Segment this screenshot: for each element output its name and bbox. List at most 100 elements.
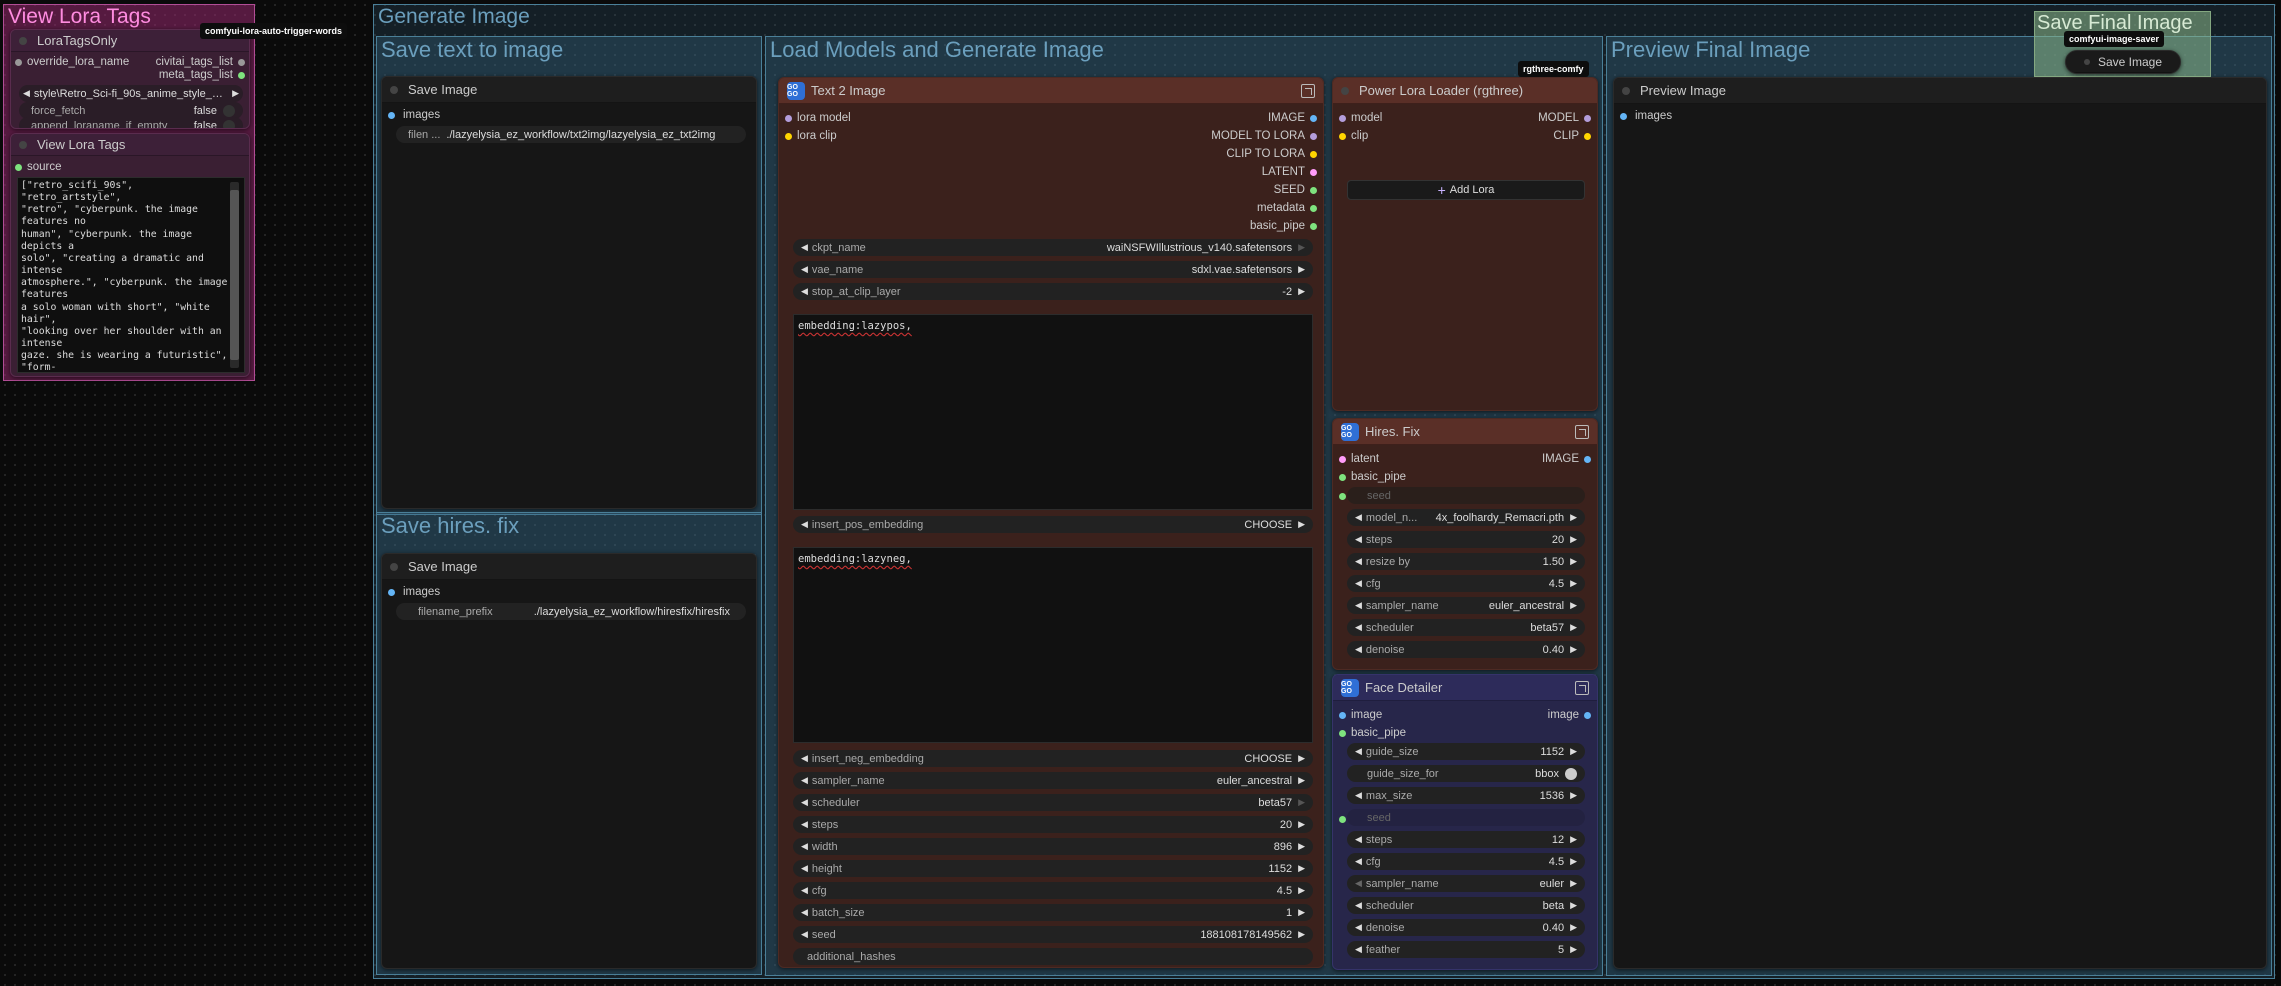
decrement-arrow-icon[interactable]: ◀ <box>801 797 808 808</box>
decrement-arrow-icon[interactable]: ◀ <box>1355 578 1362 589</box>
sampler-name-select[interactable]: ◀ sampler_name euler_ancestral ▶ <box>1347 597 1585 614</box>
width-number[interactable]: ◀ width 896 ▶ <box>793 838 1313 855</box>
collapse-dot[interactable] <box>19 140 27 149</box>
lora-tags-only-node[interactable]: LoraTagsOnly override_lora_name civitai_… <box>10 29 250 129</box>
group-view-lora-tags[interactable]: View Lora Tags LoraTagsOnly override_lor… <box>3 4 255 381</box>
decrement-arrow-icon[interactable]: ◀ <box>1355 534 1362 545</box>
increment-arrow-icon[interactable]: ▶ <box>1298 929 1305 940</box>
seed-widget-disabled[interactable]: seed <box>1347 487 1585 504</box>
input-socket[interactable] <box>1339 729 1346 737</box>
output-socket[interactable] <box>1584 711 1591 719</box>
increment-arrow-icon[interactable]: ▶ <box>1298 907 1305 918</box>
output-socket[interactable] <box>1584 132 1591 140</box>
power-lora-loader-node[interactable]: Power Lora Loader (rgthree) model clip M… <box>1332 77 1598 411</box>
input-socket[interactable] <box>15 58 22 66</box>
append-loraname-toggle[interactable]: append_loraname_if_empty false <box>19 117 243 128</box>
max-size-number[interactable]: ◀ max_size 1536 ▶ <box>1347 787 1585 804</box>
resize-by-number[interactable]: ◀ resize by 1.50 ▶ <box>1347 553 1585 570</box>
increment-arrow-icon[interactable]: ▶ <box>1570 746 1577 757</box>
output-socket[interactable] <box>1310 150 1317 158</box>
denoise-number[interactable]: ◀ denoise 0.40 ▶ <box>1347 919 1585 936</box>
scheduler-select[interactable]: ◀ scheduler beta57 ▶ <box>793 794 1313 811</box>
increment-arrow-icon[interactable]: ▶ <box>1570 556 1577 567</box>
toggle-icon[interactable] <box>1565 767 1577 780</box>
decrement-arrow-icon[interactable]: ◀ <box>1355 600 1362 611</box>
collapse-dot[interactable] <box>19 36 27 45</box>
increment-arrow-icon[interactable]: ▶ <box>1570 790 1577 801</box>
decrement-arrow-icon[interactable]: ◀ <box>801 929 808 940</box>
increment-arrow-icon[interactable]: ▶ <box>1570 534 1577 545</box>
group-title[interactable]: Generate Image <box>378 5 530 29</box>
denoise-number[interactable]: ◀ denoise 0.40 ▶ <box>1347 641 1585 658</box>
negative-prompt-textarea[interactable]: embedding:lazyneg, <box>793 547 1313 743</box>
model-name-select[interactable]: ◀ model_n... 4x_foolhardy_Remacri.pth ▶ <box>1347 509 1585 526</box>
input-socket[interactable] <box>785 132 792 140</box>
vae-name-select[interactable]: ◀ vae_name sdxl.vae.safetensors ▶ <box>793 261 1313 278</box>
batch-size-number[interactable]: ◀ batch_size 1 ▶ <box>793 904 1313 921</box>
filename-prefix-field[interactable]: filename_prefix ./lazyelysia_ez_workflow… <box>396 603 746 620</box>
group-load-models[interactable]: Load Models and Generate Image GO GO Tex… <box>765 36 1603 976</box>
decrement-arrow-icon[interactable]: ◀ <box>801 863 808 874</box>
decrement-arrow-icon[interactable]: ◀ <box>801 775 808 786</box>
increment-arrow-icon[interactable]: ▶ <box>1298 819 1305 830</box>
increment-arrow-icon[interactable]: ▶ <box>1570 834 1577 845</box>
decrement-arrow-icon[interactable]: ◀ <box>1355 878 1362 889</box>
positive-prompt-textarea[interactable]: embedding:lazypos, <box>793 314 1313 510</box>
output-socket[interactable] <box>1310 186 1317 194</box>
input-socket[interactable] <box>1339 455 1346 463</box>
toggle-icon[interactable] <box>223 104 235 117</box>
group-title[interactable]: Load Models and Generate Image <box>770 37 1104 63</box>
workflow-canvas[interactable]: View Lora Tags LoraTagsOnly override_lor… <box>0 0 2281 986</box>
steps-number[interactable]: ◀ steps 20 ▶ <box>1347 531 1585 548</box>
group-save-text-to-image[interactable]: Save text to image Save Image images fil… <box>376 36 762 515</box>
decrement-arrow-icon[interactable]: ◀ <box>801 286 808 297</box>
decrement-arrow-icon[interactable]: ◀ <box>1355 556 1362 567</box>
scheduler-select[interactable]: ◀ scheduler beta ▶ <box>1347 897 1585 914</box>
increment-arrow-icon[interactable]: ▶ <box>1298 286 1305 297</box>
decrement-arrow-icon[interactable]: ◀ <box>801 242 808 253</box>
text2image-node[interactable]: GO GO Text 2 Image lora model lora clip … <box>778 77 1324 968</box>
decrement-arrow-icon[interactable]: ◀ <box>1355 922 1362 933</box>
increment-arrow-icon[interactable]: ▶ <box>1570 512 1577 523</box>
decrement-arrow-icon[interactable]: ◀ <box>1355 790 1362 801</box>
insert-pos-embedding-select[interactable]: ◀ insert_pos_embedding CHOOSE ▶ <box>793 516 1313 533</box>
increment-arrow-icon[interactable]: ▶ <box>1570 856 1577 867</box>
group-save-hires-fix[interactable]: Save hires. fix Save Image images filena… <box>376 512 762 975</box>
input-socket[interactable] <box>785 114 792 122</box>
group-preview-final[interactable]: Preview Final Image Preview Image images <box>1606 36 2272 976</box>
collapse-dot[interactable] <box>1341 86 1349 95</box>
output-socket[interactable] <box>1310 132 1317 140</box>
increment-arrow-icon[interactable]: ▶ <box>1298 885 1305 896</box>
output-socket[interactable] <box>238 58 245 66</box>
node-header[interactable]: GO GO Face Detailer <box>1333 675 1597 701</box>
decrement-arrow-icon[interactable]: ◀ <box>1355 900 1362 911</box>
decrement-arrow-icon[interactable]: ◀ <box>801 885 808 896</box>
hires-fix-node[interactable]: GO GO Hires. Fix latent basic_pipe IMAGE… <box>1332 418 1598 670</box>
input-socket[interactable] <box>1339 114 1346 122</box>
decrement-arrow-icon[interactable]: ◀ <box>1355 746 1362 757</box>
group-title[interactable]: View Lora Tags <box>8 5 151 29</box>
input-socket[interactable] <box>1339 492 1346 500</box>
increment-arrow-icon[interactable]: ▶ <box>1298 519 1305 530</box>
input-socket[interactable] <box>1339 711 1346 719</box>
increment-arrow-icon[interactable]: ▶ <box>1298 863 1305 874</box>
toggle-icon[interactable] <box>223 119 235 128</box>
add-lora-button[interactable]: + Add Lora <box>1347 180 1585 200</box>
node-header[interactable]: Save Image <box>382 77 756 103</box>
increment-arrow-icon[interactable]: ▶ <box>1570 644 1577 655</box>
increment-arrow-icon[interactable]: ▶ <box>1570 600 1577 611</box>
output-socket[interactable] <box>1310 114 1317 122</box>
increment-arrow-icon[interactable]: ▶ <box>1298 797 1305 808</box>
insert-neg-embedding-select[interactable]: ◀ insert_neg_embedding CHOOSE ▶ <box>793 750 1313 767</box>
decrement-arrow-icon[interactable]: ◀ <box>23 88 30 99</box>
guide-size-for-toggle[interactable]: guide_size_for bbox <box>1347 765 1585 782</box>
output-socket[interactable] <box>1310 168 1317 176</box>
node-header[interactable]: GO GO Hires. Fix <box>1333 419 1597 445</box>
decrement-arrow-icon[interactable]: ◀ <box>801 907 808 918</box>
decrement-arrow-icon[interactable]: ◀ <box>1355 512 1362 523</box>
input-socket[interactable] <box>1339 815 1346 823</box>
collapse-dot[interactable] <box>2083 58 2090 65</box>
group-title[interactable]: Save text to image <box>381 37 563 63</box>
ckpt-name-select[interactable]: ◀ ckpt_name waiNSFWIllustrious_v140.safete… <box>793 239 1313 256</box>
increment-arrow-icon[interactable]: ▶ <box>1570 900 1577 911</box>
